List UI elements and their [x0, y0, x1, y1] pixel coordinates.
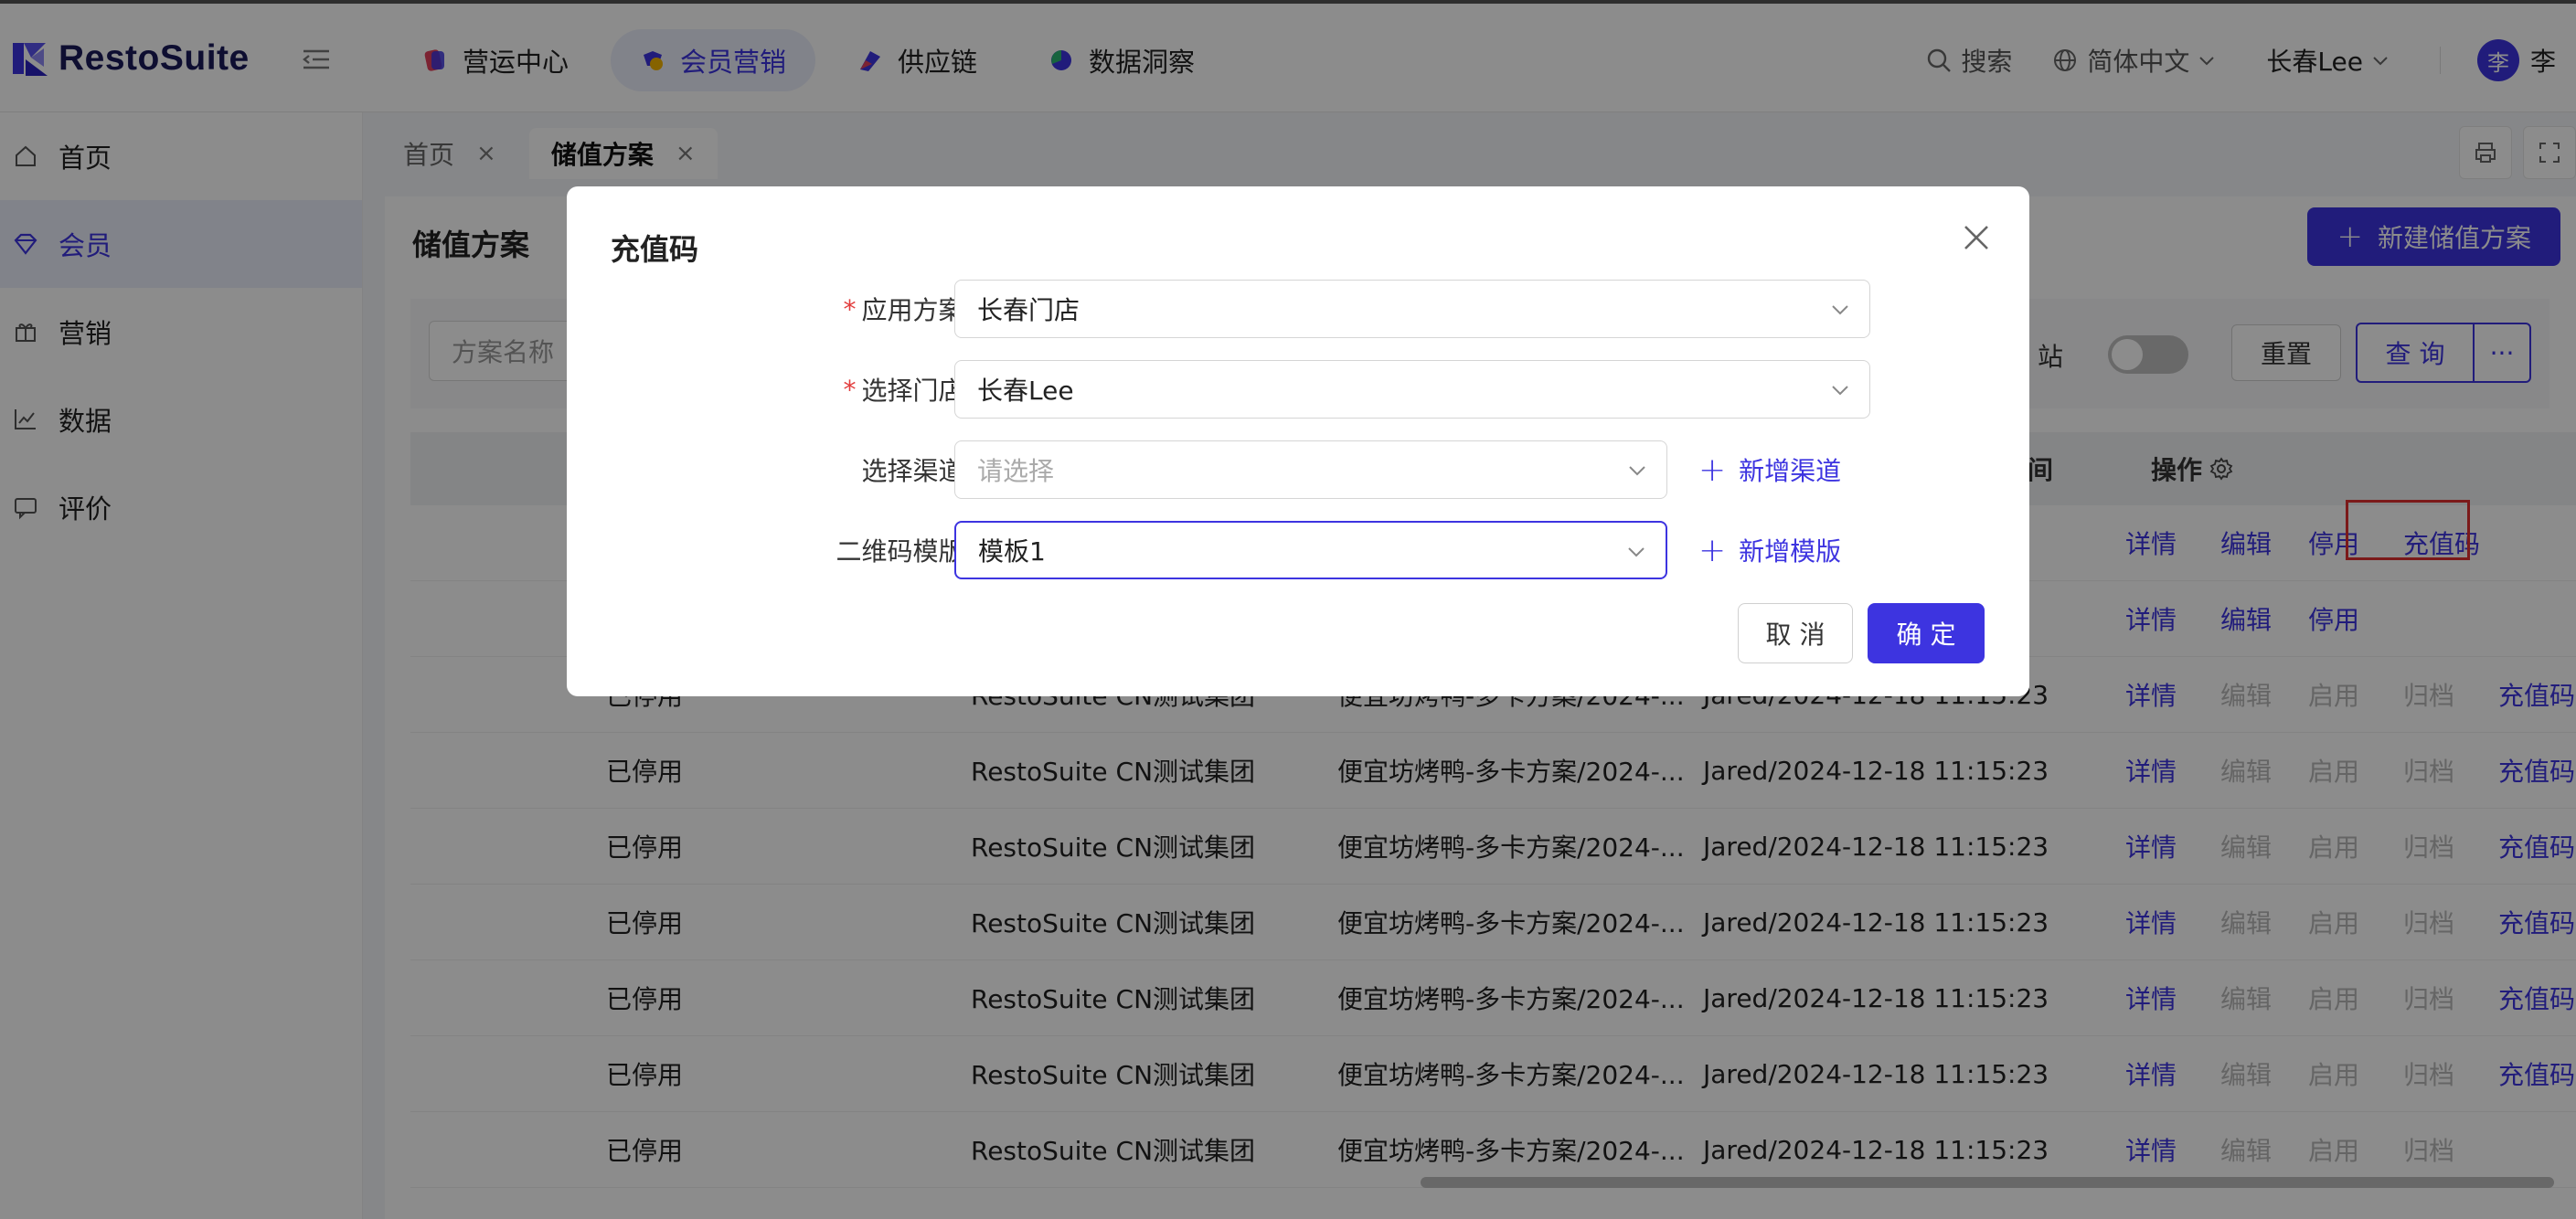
add-channel-link[interactable]: + 新增渠道: [1698, 440, 1841, 499]
form-label-text: 应用方案: [861, 295, 964, 325]
select-placeholder: 请选择: [977, 456, 1055, 486]
form-label-text: 二维码模版: [836, 536, 964, 567]
add-template-link[interactable]: + 新增模版: [1698, 521, 1841, 579]
plus-icon: +: [1698, 450, 1727, 489]
required-mark: *: [843, 293, 857, 324]
form-label-text: 选择门店: [861, 376, 964, 406]
required-mark: *: [843, 374, 857, 405]
form-label: * 选择门店 :: [844, 360, 973, 419]
form-label: 二维码模版 :: [836, 521, 973, 579]
form-label-text: 选择渠道: [861, 456, 964, 486]
modal-title: 充值码: [611, 232, 699, 267]
add-channel-label: 新增渠道: [1739, 456, 1842, 486]
confirm-label: 确 定: [1896, 620, 1956, 650]
add-template-label: 新增模版: [1739, 536, 1842, 567]
plus-icon: +: [1698, 531, 1727, 569]
close-icon[interactable]: [1960, 221, 1993, 254]
form-row-qr-template: 二维码模版 : 模板1 + 新增模版: [567, 521, 2029, 579]
chevron-down-icon: [1628, 547, 1645, 557]
select-value: 长春Lee: [977, 376, 1074, 406]
scheme-select[interactable]: 长春门店: [954, 280, 1870, 338]
recharge-code-modal: 充值码 * 应用方案 : 长春门店 * 选择门店 : 长春Lee: [567, 186, 2029, 696]
cancel-label: 取 消: [1765, 620, 1826, 650]
channel-select[interactable]: 请选择: [954, 440, 1667, 499]
form-row-store: * 选择门店 : 长春Lee: [567, 360, 2029, 419]
chevron-down-icon: [1832, 386, 1848, 396]
select-value: 模板1: [978, 536, 1046, 567]
form-row-scheme: * 应用方案 : 长春门店: [567, 280, 2029, 338]
confirm-button[interactable]: 确 定: [1868, 603, 1985, 663]
select-value: 长春门店: [977, 295, 1080, 325]
cancel-button[interactable]: 取 消: [1738, 603, 1853, 663]
store-select[interactable]: 长春Lee: [954, 360, 1870, 419]
qr-template-select[interactable]: 模板1: [954, 521, 1667, 579]
chevron-down-icon: [1629, 466, 1645, 476]
chevron-down-icon: [1832, 305, 1848, 315]
form-label: * 应用方案 :: [844, 280, 973, 338]
form-row-channel: 选择渠道 : 请选择 + 新增渠道: [567, 440, 2029, 499]
